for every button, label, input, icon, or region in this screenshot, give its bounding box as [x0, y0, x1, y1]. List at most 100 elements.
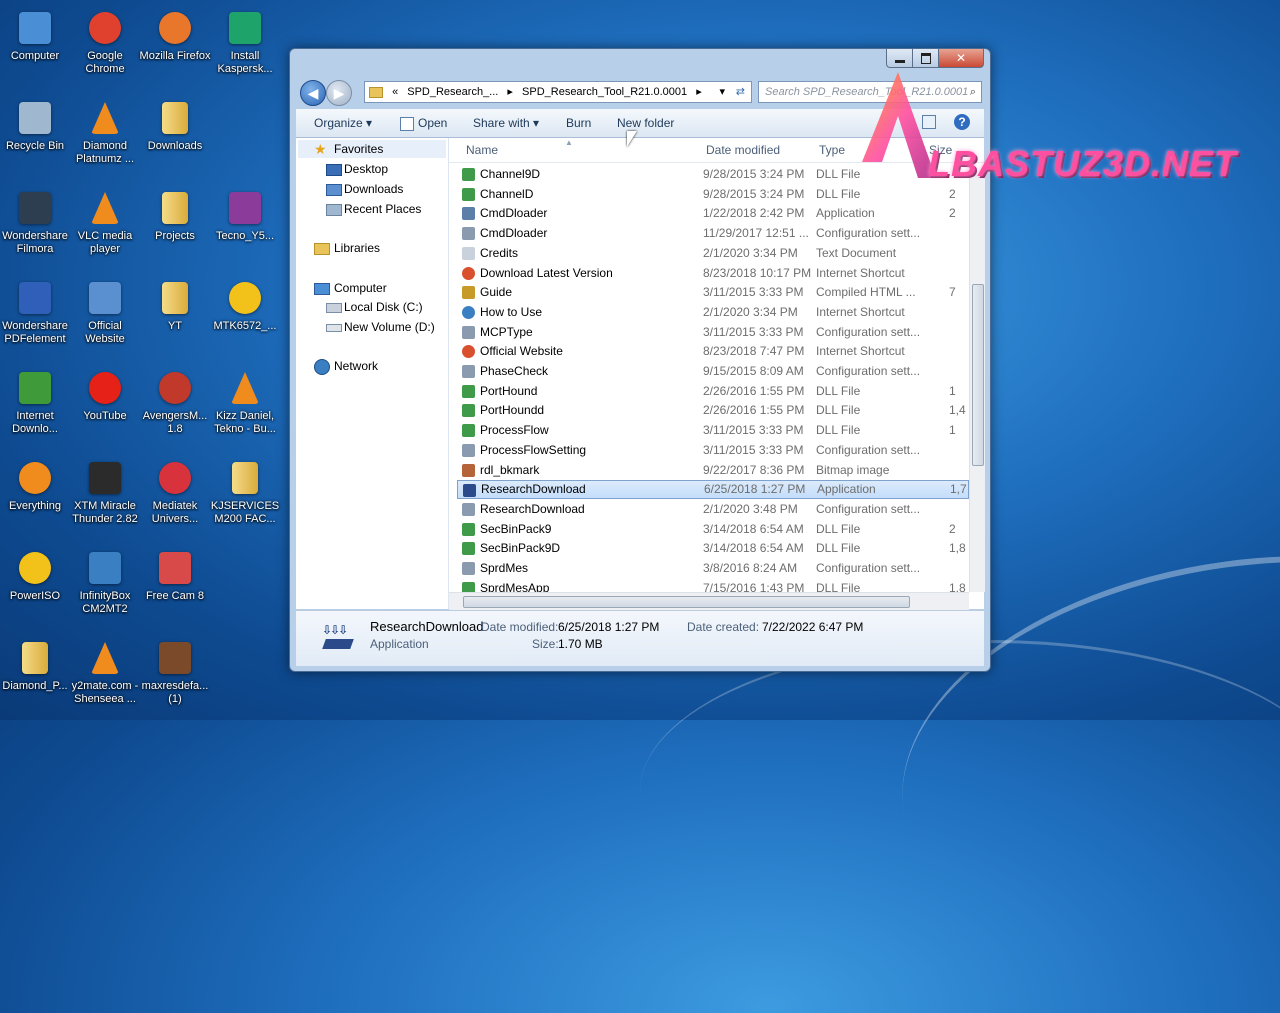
- desktop-shortcut[interactable]: Internet Downlo...: [0, 368, 71, 436]
- nav-network[interactable]: Network: [296, 357, 446, 375]
- nav-favorites[interactable]: ★ Favorites: [298, 140, 446, 158]
- desktop-shortcut[interactable]: Mediatek Univers...: [139, 458, 211, 526]
- desktop-shortcut[interactable]: YouTube: [69, 368, 141, 423]
- file-row[interactable]: ResearchDownload 6/25/2018 1:27 PM Applica…: [457, 480, 969, 500]
- desktop-shortcut-label: maxresdefa... (1): [141, 680, 209, 705]
- file-type: DLL File: [816, 403, 861, 418]
- desktop-shortcut[interactable]: Official Website: [69, 278, 141, 346]
- desktop-shortcut[interactable]: Diamond_P...: [0, 638, 71, 693]
- nav-local-disk-c[interactable]: Local Disk (C:): [296, 298, 446, 316]
- share-with-button[interactable]: Share with ▾: [473, 116, 539, 130]
- desktop-shortcut[interactable]: YT: [139, 278, 211, 333]
- column-date-modified[interactable]: Date modified: [706, 143, 780, 157]
- desktop-shortcut[interactable]: Diamond Platnumz ...: [69, 98, 141, 166]
- file-row[interactable]: ResearchDownload 2/1/2020 3:48 PM Configur…: [457, 500, 969, 519]
- desktop-shortcut[interactable]: Tecno_Y5...: [209, 188, 281, 243]
- file-row[interactable]: ProcessFlowSetting 3/11/2015 3:33 PM Confi…: [457, 441, 969, 460]
- desktop-shortcut[interactable]: Computer: [0, 8, 71, 63]
- organize-button[interactable]: Organize ▾: [314, 116, 372, 130]
- new-folder-button[interactable]: New folder: [617, 116, 674, 130]
- file-row[interactable]: ProcessFlow 3/11/2015 3:33 PM DLL File 1: [457, 421, 969, 440]
- desktop-shortcut-label: Mozilla Firefox: [139, 50, 211, 62]
- chm-icon: [462, 286, 475, 300]
- file-type: Internet Shortcut: [816, 304, 905, 319]
- file-row[interactable]: PhaseCheck 9/15/2015 8:09 AM Configuration…: [457, 362, 969, 381]
- file-row[interactable]: How to Use 2/1/2020 3:34 PM Internet Short…: [457, 303, 969, 322]
- column-name[interactable]: Name: [466, 143, 498, 157]
- file-date-modified: 3/11/2015 3:33 PM: [703, 285, 804, 300]
- address-segment[interactable]: «: [392, 82, 398, 102]
- file-row[interactable]: Guide 3/11/2015 3:33 PM Compiled HTML ... 7: [457, 283, 969, 302]
- address-bar[interactable]: « SPD_Research_... ▸ SPD_Research_Tool_R…: [364, 81, 752, 103]
- file-row[interactable]: CmdDloader 11/29/2017 12:51 ... Configurat…: [457, 224, 969, 243]
- file-row[interactable]: PortHound 2/26/2016 1:55 PM DLL File 1: [457, 382, 969, 401]
- file-row[interactable]: Download Latest Version 8/23/2018 10:17 P…: [457, 264, 969, 283]
- desktop-shortcut[interactable]: Wondershare PDFelement: [0, 278, 71, 346]
- file-row[interactable]: SecBinPack9D 3/14/2018 6:54 AM DLL File 1,8: [457, 539, 969, 558]
- desktop-shortcut[interactable]: Install Kaspersk...: [209, 8, 281, 76]
- desktop-shortcut-label: Wondershare PDFelement: [2, 320, 68, 345]
- desktop-shortcut[interactable]: Recycle Bin: [0, 98, 71, 153]
- address-segment[interactable]: SPD_Research_Tool_R21.0.0001: [522, 82, 687, 102]
- libraries-icon: [314, 243, 330, 255]
- desktop-shortcut-label: Diamond_P...: [2, 680, 68, 692]
- file-row[interactable]: rdl_bkmark 9/22/2017 8:36 PM Bitmap image: [457, 461, 969, 480]
- desktop-shortcut[interactable]: VLC media player: [69, 188, 141, 256]
- desktop-shortcut[interactable]: Projects: [139, 188, 211, 243]
- file-row[interactable]: MCPType 3/11/2015 3:33 PM Configuration se…: [457, 323, 969, 342]
- nav-recent-places[interactable]: Recent Places: [296, 200, 446, 218]
- nav-new-volume-d[interactable]: New Volume (D:): [296, 318, 446, 336]
- back-button[interactable]: ◀: [300, 80, 326, 106]
- nav-computer[interactable]: Computer: [296, 279, 446, 297]
- desktop-shortcut[interactable]: XTM Miracle Thunder 2.82: [69, 458, 141, 526]
- file-size: 1: [949, 383, 956, 398]
- desktop-shortcut-label: Tecno_Y5...: [215, 230, 275, 242]
- vlc-icon: [85, 98, 125, 138]
- desktop-shortcut[interactable]: Kizz Daniel, Tekno - Bu...: [209, 368, 281, 436]
- address-segment[interactable]: ▸: [507, 82, 513, 102]
- file-row[interactable]: SprdMes 3/8/2016 8:24 AM Configuration set…: [457, 559, 969, 578]
- minimize-button[interactable]: [886, 49, 914, 68]
- file-date-modified: 2/26/2016 1:55 PM: [703, 383, 805, 398]
- nav-downloads[interactable]: Downloads: [296, 180, 446, 198]
- vertical-scrollbar[interactable]: [969, 174, 985, 592]
- file-row[interactable]: Official Website 8/23/2018 7:47 PM Interne…: [457, 342, 969, 361]
- desktop-shortcut[interactable]: y2mate.com - Shenseea ...: [69, 638, 141, 706]
- nav-desktop[interactable]: Desktop: [296, 160, 446, 178]
- desktop-shortcut[interactable]: PowerISO: [0, 548, 71, 603]
- desktop-shortcut[interactable]: KJSERVICES M200 FAC...: [209, 458, 281, 526]
- file-date-modified: 3/11/2015 3:33 PM: [703, 423, 804, 438]
- recycle-bin-icon: [15, 98, 55, 138]
- file-row[interactable]: Credits 2/1/2020 3:34 PM Text Document: [457, 244, 969, 263]
- desktop-shortcut[interactable]: MTK6572_...: [209, 278, 281, 333]
- horizontal-scroll-thumb[interactable]: [463, 596, 910, 608]
- file-date-modified: 3/14/2018 6:54 AM: [703, 541, 804, 556]
- file-type: Text Document: [816, 245, 897, 260]
- horizontal-scrollbar[interactable]: [449, 592, 969, 610]
- vertical-scroll-thumb[interactable]: [972, 284, 984, 466]
- refresh-icon[interactable]: ⇄: [736, 82, 745, 102]
- address-dropdown-icon[interactable]: ▾: [719, 82, 725, 102]
- open-button[interactable]: Open: [418, 116, 447, 130]
- computer-icon: [15, 8, 55, 48]
- desktop-shortcut[interactable]: maxresdefa... (1): [139, 638, 211, 706]
- nav-libraries[interactable]: Libraries: [296, 239, 446, 257]
- desktop-shortcut[interactable]: AvengersM... 1.8: [139, 368, 211, 436]
- file-row[interactable]: SecBinPack9 3/14/2018 6:54 AM DLL File 2: [457, 520, 969, 539]
- burn-button[interactable]: Burn: [566, 116, 591, 130]
- file-row[interactable]: CmdDloader 1/22/2018 2:42 PM Application 2: [457, 204, 969, 223]
- address-segment[interactable]: SPD_Research_...: [407, 82, 498, 102]
- desktop-shortcut[interactable]: Downloads: [139, 98, 211, 153]
- maximize-button[interactable]: [912, 49, 940, 68]
- desktop-shortcut[interactable]: InfinityBox CM2MT2: [69, 548, 141, 616]
- close-button[interactable]: ✕: [938, 49, 984, 68]
- desktop-shortcut[interactable]: Free Cam 8: [139, 548, 211, 603]
- desktop-shortcut[interactable]: Everything: [0, 458, 71, 513]
- column-type[interactable]: Type: [819, 143, 845, 157]
- desktop-shortcut[interactable]: Wondershare Filmora: [0, 188, 71, 256]
- desktop-shortcut[interactable]: Mozilla Firefox: [139, 8, 211, 63]
- address-segment[interactable]: ▸: [696, 82, 702, 102]
- forward-button[interactable]: ▶: [326, 80, 352, 106]
- desktop-shortcut[interactable]: Google Chrome: [69, 8, 141, 76]
- file-row[interactable]: PortHoundd 2/26/2016 1:55 PM DLL File 1,4: [457, 401, 969, 420]
